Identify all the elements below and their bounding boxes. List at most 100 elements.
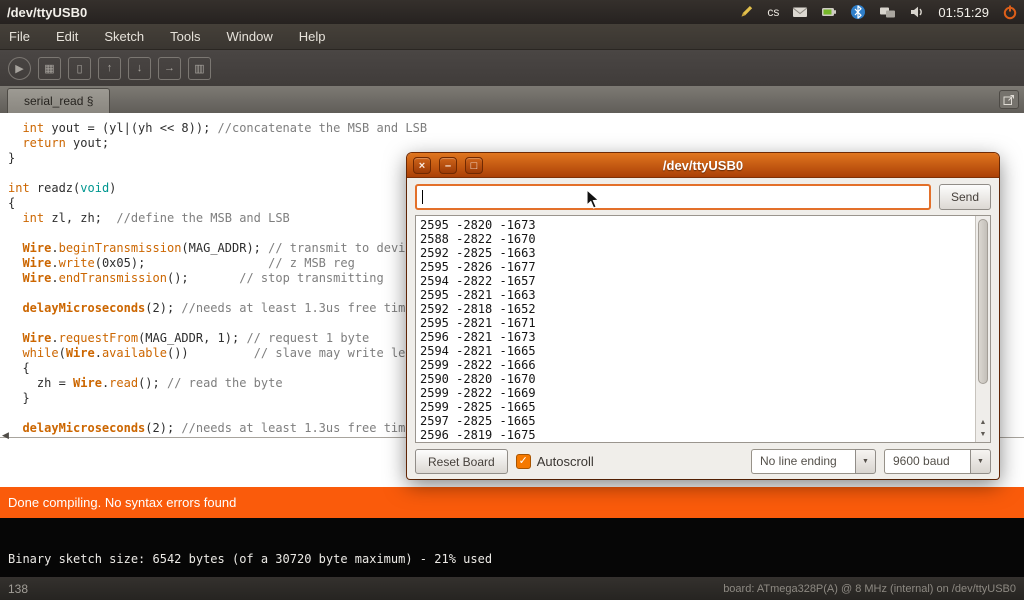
serial-output-line: 2599 -2822 -1669 [420, 386, 986, 400]
open-button[interactable]: ↑ [98, 57, 121, 80]
serial-output-line: 2588 -2822 -1670 [420, 232, 986, 246]
serial-output-scrollbar[interactable]: ▲ ▼ [975, 216, 990, 442]
battery-icon [821, 4, 837, 20]
text-caret [422, 190, 423, 204]
battery-indicator[interactable] [821, 0, 837, 24]
baud-rate-select[interactable]: 9600 baud ▼ [884, 449, 991, 474]
pencil-icon [738, 4, 754, 20]
serial-monitor-button[interactable]: ▥ [188, 57, 211, 80]
stop-icon: ▦ [44, 62, 54, 75]
serial-monitor-body: Send 2595 -2820 -16732588 -2822 -1670259… [407, 178, 999, 480]
status-bar: Done compiling. No syntax errors found [0, 487, 1024, 518]
autoscroll-checkbox[interactable]: ✓ Autoscroll [516, 454, 594, 469]
serial-input-wrap [415, 184, 931, 210]
serial-output-line: 2595 -2821 -1671 [420, 316, 986, 330]
serial-monitor-title: /dev/ttyUSB0 [407, 153, 999, 178]
serial-output-line: 2597 -2825 -1665 [420, 414, 986, 428]
network-indicator[interactable] [879, 0, 896, 24]
scrollbar-thumb[interactable] [978, 219, 988, 384]
serial-output-line: 2596 -2821 -1673 [420, 330, 986, 344]
maximize-button[interactable]: □ [465, 157, 483, 174]
menu-help[interactable]: Help [299, 29, 326, 44]
menu-window[interactable]: Window [226, 29, 272, 44]
arrow-right-icon: → [164, 62, 175, 74]
clock[interactable]: 01:51:29 [938, 0, 989, 24]
new-tab-icon [1003, 94, 1015, 106]
new-sketch-button[interactable]: ▯ [68, 57, 91, 80]
line-ending-value: No line ending [751, 449, 855, 474]
code-line: int yout = (yl|(yh << 8)); //concatenate… [8, 121, 1024, 136]
serial-output-line: 2599 -2822 -1666 [420, 358, 986, 372]
reset-board-button[interactable]: Reset Board [415, 449, 508, 474]
chevron-down-icon: ▼ [970, 449, 991, 474]
serial-output-text: 2595 -2820 -16732588 -2822 -16702592 -28… [416, 216, 990, 443]
chevron-down-icon: ▼ [855, 449, 876, 474]
power-icon [1002, 4, 1018, 20]
network-icon [879, 4, 896, 20]
serial-output-line: 2595 -2826 -1677 [420, 260, 986, 274]
menu-sketch[interactable]: Sketch [104, 29, 144, 44]
menu-tools[interactable]: Tools [170, 29, 200, 44]
ide-toolbar: ▶ ▦ ▯ ↑ ↓ → ▥ [0, 50, 1024, 86]
baud-rate-value: 9600 baud [884, 449, 970, 474]
tab-bar: serial_read § [0, 86, 1024, 113]
status-message: Done compiling. No syntax errors found [8, 495, 236, 510]
hscroll-left-arrow-icon[interactable]: ◀ [2, 430, 9, 441]
serial-monitor-window: /dev/ttyUSB0 ×–□ Send 2595 -2820 -167325… [407, 153, 999, 479]
console-message: Binary sketch size: 6542 bytes (of a 307… [0, 518, 1024, 566]
tab-menu-button[interactable] [999, 90, 1019, 109]
stop-button[interactable]: ▦ [38, 57, 61, 80]
serial-output-line: 2596 -2819 -1675 [420, 428, 986, 442]
serial-output-line: 2590 -2820 -1670 [420, 372, 986, 386]
serial-output-area[interactable]: 2595 -2820 -16732588 -2822 -16702592 -28… [415, 215, 991, 443]
upload-button[interactable]: → [158, 57, 181, 80]
session-indicator[interactable] [1002, 0, 1018, 24]
serial-output-line: 2595 -2821 -1663 [420, 288, 986, 302]
menu-file[interactable]: File [9, 29, 30, 44]
active-window-title: /dev/ttyUSB0 [7, 5, 87, 20]
system-tray: cs [738, 0, 1024, 24]
serial-monitor-titlebar[interactable]: /dev/ttyUSB0 ×–□ [407, 153, 999, 178]
board-info: board: ATmega328P(A) @ 8 MHz (internal) … [723, 583, 1016, 595]
verify-button[interactable]: ▶ [8, 57, 31, 80]
screen: /dev/ttyUSB0 cs [0, 0, 1024, 600]
volume-indicator[interactable] [909, 0, 925, 24]
monitor-icon: ▥ [194, 62, 204, 75]
ide-statusline: 138 board: ATmega328P(A) @ 8 MHz (intern… [0, 577, 1024, 600]
cursor-line-number: 138 [8, 582, 28, 596]
speaker-icon [909, 4, 925, 20]
arrow-up-icon: ↑ [107, 62, 113, 74]
menu-bar: File Edit Sketch Tools Window Help [0, 24, 1024, 50]
close-button[interactable]: × [413, 157, 431, 174]
messaging-indicator[interactable] [792, 0, 808, 24]
new-file-icon: ▯ [76, 62, 82, 75]
serial-output-line: 2594 -2821 -1665 [420, 344, 986, 358]
line-ending-select[interactable]: No line ending ▼ [751, 449, 876, 474]
send-button[interactable]: Send [939, 184, 991, 210]
notes-indicator[interactable] [738, 0, 754, 24]
save-button[interactable]: ↓ [128, 57, 151, 80]
code-line: return yout; [8, 136, 1024, 151]
arrow-down-icon: ↓ [137, 62, 143, 74]
checkbox-check-icon: ✓ [516, 454, 531, 469]
top-panel: /dev/ttyUSB0 cs [0, 0, 1024, 24]
serial-output-line: 2592 -2825 -1663 [420, 246, 986, 260]
autoscroll-label: Autoscroll [537, 454, 594, 469]
play-icon: ▶ [15, 62, 23, 75]
keyboard-layout-indicator[interactable]: cs [767, 0, 779, 24]
serial-output-line: 2599 -2825 -1665 [420, 400, 986, 414]
serial-output-line: 2594 -2822 -1657 [420, 274, 986, 288]
scroll-down-icon[interactable]: ▼ [976, 429, 990, 441]
serial-output-line: 2592 -2818 -1652 [420, 302, 986, 316]
mail-icon [792, 4, 808, 20]
scroll-up-icon[interactable]: ▲ [976, 417, 990, 429]
console-output: Binary sketch size: 6542 bytes (of a 307… [0, 518, 1024, 577]
bluetooth-icon [850, 4, 866, 20]
menu-edit[interactable]: Edit [56, 29, 78, 44]
serial-output-line: 2595 -2820 -1673 [420, 218, 986, 232]
bluetooth-indicator[interactable] [850, 0, 866, 24]
window-controls: ×–□ [413, 157, 483, 174]
minimize-button[interactable]: – [439, 157, 457, 174]
tab-serial-read[interactable]: serial_read § [7, 88, 110, 113]
serial-input[interactable] [415, 184, 931, 210]
